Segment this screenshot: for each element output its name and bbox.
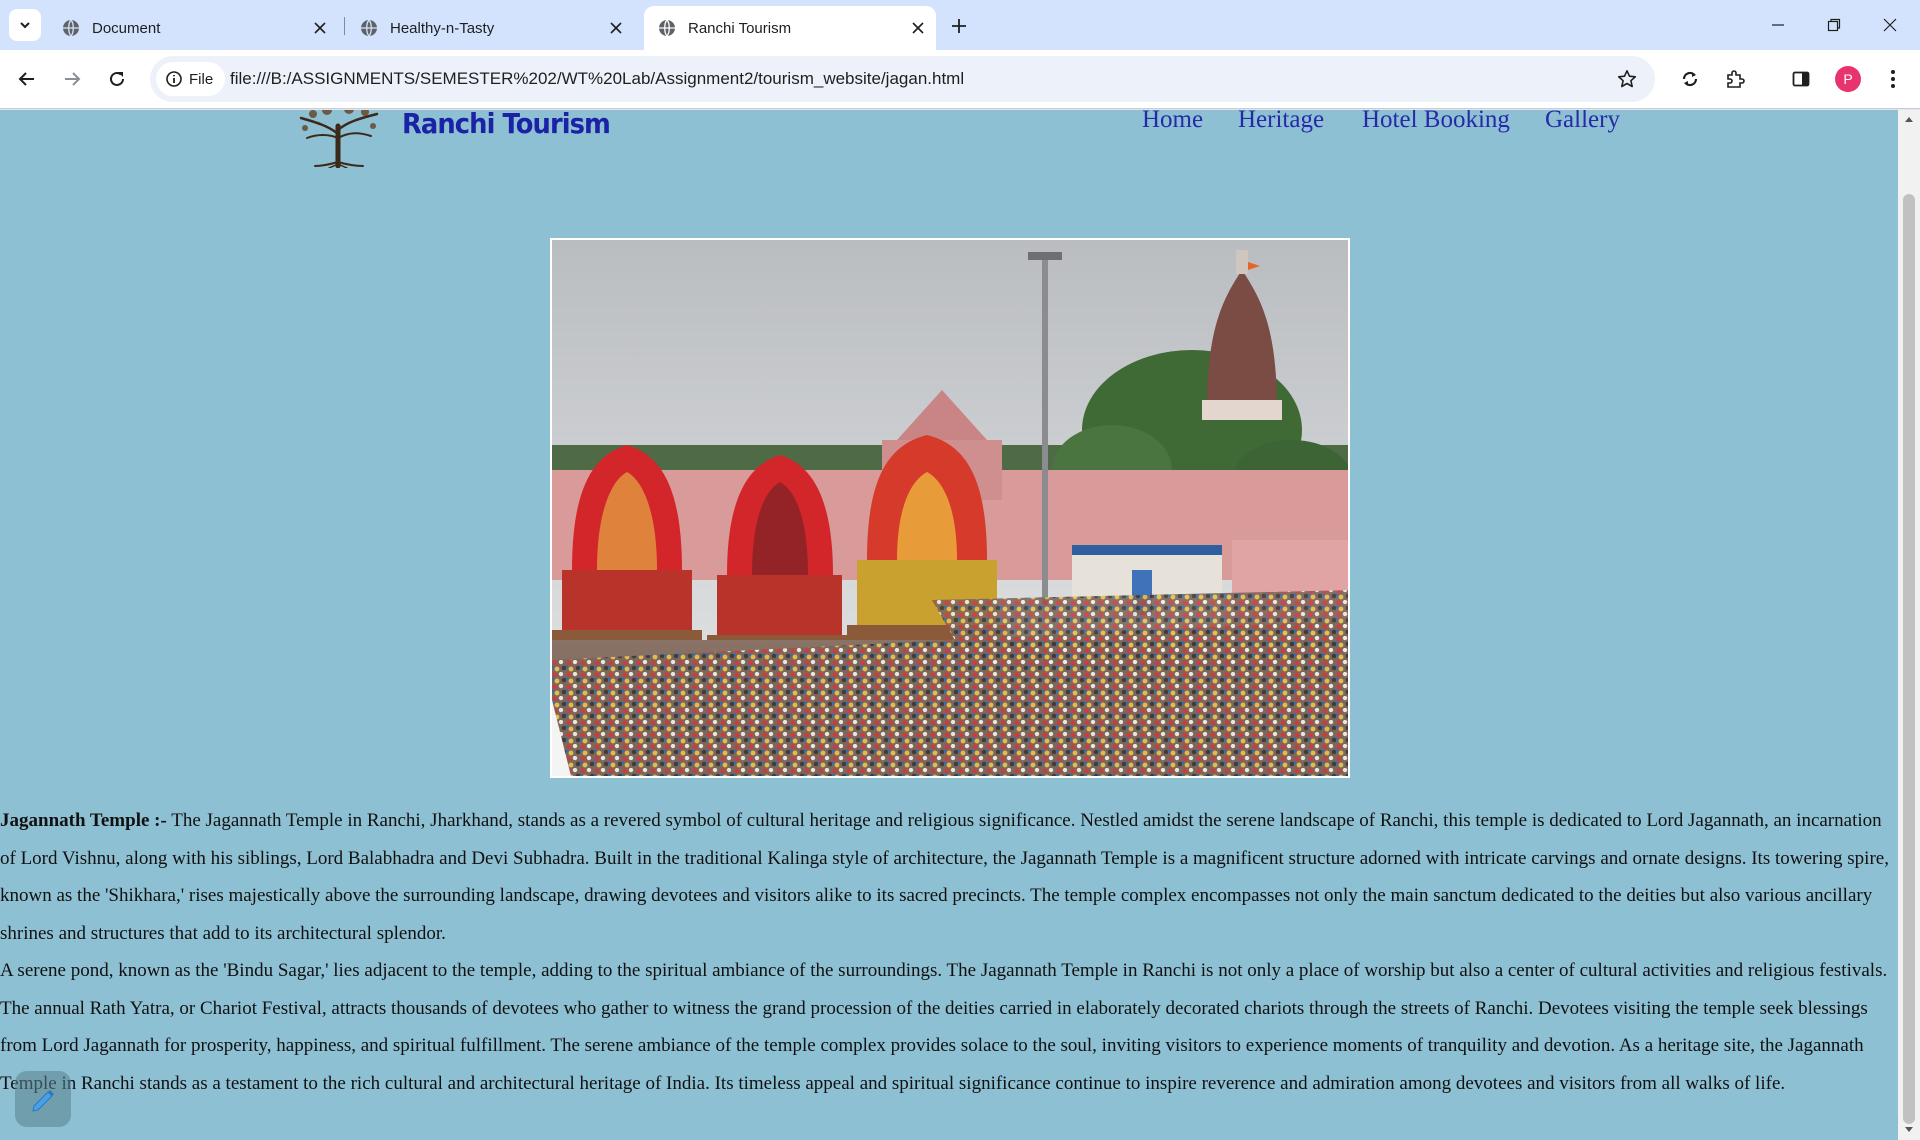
nav-link-hotel-booking[interactable]: Hotel Booking <box>1362 110 1510 134</box>
new-tab-button[interactable] <box>944 11 974 41</box>
close-tab-icon[interactable] <box>310 18 330 38</box>
chevron-down-icon <box>20 22 30 29</box>
nav-link-heritage[interactable]: Heritage <box>1238 110 1324 134</box>
tab-document[interactable]: Document <box>48 6 338 50</box>
tab-separator <box>344 17 345 35</box>
minimize-icon <box>1772 24 1784 26</box>
close-window-button[interactable] <box>1862 0 1918 50</box>
side-panel-icon <box>1792 71 1810 87</box>
tab-title: Ranchi Tourism <box>688 19 792 37</box>
globe-icon <box>659 19 675 37</box>
reload-icon <box>110 71 124 86</box>
plus-icon <box>952 19 966 33</box>
arrow-left-icon <box>18 72 34 86</box>
nav-link-home[interactable]: Home <box>1142 110 1203 134</box>
globe-icon <box>63 19 79 37</box>
restore-icon <box>1827 18 1841 32</box>
close-tab-icon[interactable] <box>908 18 928 38</box>
browser-toolbar: File file:///B:/ASSIGNMENTS/SEMESTER%202… <box>0 50 1920 109</box>
tab-title: Document <box>92 19 161 37</box>
scroll-up-arrow-icon[interactable] <box>1903 112 1915 126</box>
profile-avatar[interactable]: P <box>1835 66 1861 92</box>
article-paragraph-1: Jagannath Temple :- The Jagannath Temple… <box>0 802 1898 952</box>
puzzle-icon <box>1727 70 1745 88</box>
globe-icon <box>361 19 377 37</box>
scroll-down-arrow-icon[interactable] <box>1903 1123 1915 1137</box>
pencil-icon <box>32 1090 54 1112</box>
sync-icon <box>1682 71 1698 87</box>
tab-search-button[interactable] <box>9 9 41 41</box>
more-vertical-icon <box>1891 70 1895 88</box>
tree-logo-icon <box>299 110 379 168</box>
info-icon <box>166 71 182 87</box>
url-text[interactable]: file:///B:/ASSIGNMENTS/SEMESTER%202/WT%2… <box>230 69 964 89</box>
star-icon <box>1617 70 1637 88</box>
page-viewport: Ranchi Tourism Home Heritage Hotel Booki… <box>0 110 1898 1140</box>
back-button[interactable] <box>9 61 45 97</box>
scrollbar-thumb[interactable] <box>1903 194 1915 1124</box>
article-text-1: The Jagannath Temple in Ranchi, Jharkhan… <box>0 810 1889 944</box>
arrow-right-icon <box>65 72 81 86</box>
minimize-button[interactable] <box>1750 0 1806 50</box>
site-title[interactable]: Ranchi Tourism <box>402 110 611 140</box>
tab-healthy-n-tasty[interactable]: Healthy-n-Tasty <box>346 6 634 50</box>
jagannath-temple-photo <box>550 238 1350 778</box>
address-bar[interactable]: File file:///B:/ASSIGNMENTS/SEMESTER%202… <box>150 56 1655 102</box>
site-chip-label: File <box>189 70 214 88</box>
extensions-button[interactable] <box>1717 61 1753 97</box>
temple-photo-illustration <box>552 240 1348 776</box>
side-panel-button[interactable] <box>1783 61 1819 97</box>
tab-ranchi-tourism[interactable]: Ranchi Tourism <box>644 6 936 50</box>
article-paragraph-2: A serene pond, known as the 'Bindu Sagar… <box>0 960 1888 1094</box>
close-icon <box>1883 18 1897 32</box>
sync-button[interactable] <box>1672 61 1708 97</box>
article-body: Jagannath Temple :- The Jagannath Temple… <box>0 802 1898 1102</box>
browser-menu-button[interactable] <box>1875 61 1911 97</box>
tab-title: Healthy-n-Tasty <box>390 19 495 37</box>
restore-button[interactable] <box>1806 0 1862 50</box>
close-tab-icon[interactable] <box>606 18 626 38</box>
vertical-scrollbar[interactable] <box>1898 110 1920 1140</box>
article-heading: Jagannath Temple :- <box>0 810 167 831</box>
forward-button[interactable] <box>54 61 90 97</box>
floating-edit-button[interactable] <box>15 1071 71 1127</box>
nav-link-gallery[interactable]: Gallery <box>1545 110 1620 134</box>
bookmark-star-button[interactable] <box>1615 67 1639 91</box>
site-info-chip[interactable]: File <box>156 62 226 96</box>
reload-button[interactable] <box>99 61 135 97</box>
tab-strip: Document Healthy-n-Tasty Ranchi Tourism <box>0 0 1920 50</box>
